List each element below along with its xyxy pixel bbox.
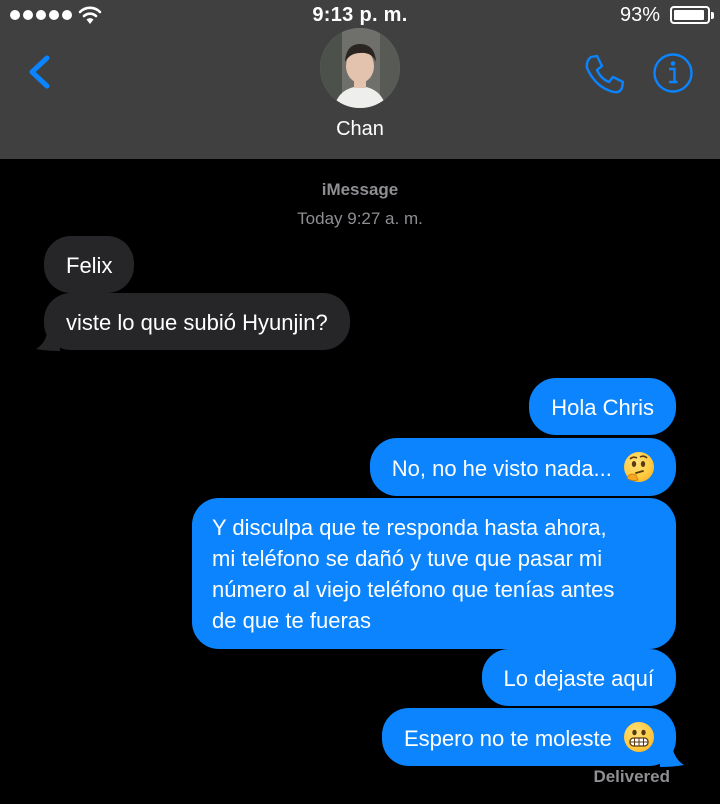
- delivery-receipt: Delivered: [593, 767, 670, 786]
- outgoing-message[interactable]: Lo dejaste aquí: [481, 649, 676, 706]
- outgoing-message[interactable]: Y disculpa que te responda hasta ahora, …: [192, 498, 676, 649]
- info-button[interactable]: [652, 52, 694, 94]
- avatar-photo: [320, 28, 400, 108]
- message-text: Hola Chris: [551, 395, 654, 420]
- message-text: Felix: [66, 253, 113, 278]
- back-button[interactable]: [20, 48, 60, 96]
- outgoing-message[interactable]: Espero no te moleste: [381, 708, 684, 767]
- phone-icon: [585, 54, 625, 94]
- incoming-message[interactable]: viste lo que subió Hyunjin?: [36, 293, 350, 351]
- bubble-tail: [660, 745, 684, 767]
- info-icon: [653, 53, 693, 93]
- grimacing-face-icon: [624, 722, 654, 752]
- message-line: mi teléfono se dañó y tuve que pasar mi: [212, 546, 603, 571]
- chevron-left-icon: [29, 55, 50, 89]
- incoming-message[interactable]: Felix: [44, 236, 135, 293]
- contact-name[interactable]: Chan: [0, 118, 720, 141]
- thinking-face-icon: [624, 452, 654, 482]
- message-line: número al viejo teléfono que tenías ante…: [212, 577, 615, 602]
- message-text: Lo dejaste aquí: [503, 666, 654, 691]
- service-label: iMessage: [321, 180, 399, 199]
- contact-avatar[interactable]: [320, 28, 400, 108]
- message-text: Espero no te moleste: [403, 726, 612, 751]
- call-button[interactable]: [582, 52, 626, 96]
- status-bar: 9:13 p. m. 93%: [0, 0, 720, 30]
- outgoing-message[interactable]: No, no he visto nada...: [369, 438, 676, 496]
- battery-icon: [670, 6, 714, 24]
- message-text: No, no he visto nada...: [391, 456, 612, 481]
- message-timestamp: Today 9:27 a. m.: [297, 209, 423, 228]
- status-time: 9:13 p. m.: [312, 4, 408, 26]
- outgoing-message[interactable]: Hola Chris: [529, 378, 676, 435]
- message-text: viste lo que subió Hyunjin?: [66, 310, 328, 335]
- battery-percent: 93%: [619, 4, 660, 26]
- bubble-tail: [36, 329, 60, 351]
- message-line: de que te fueras: [212, 608, 372, 633]
- message-thread[interactable]: iMessage Today 9:27 a. m. Felix viste lo…: [0, 159, 720, 804]
- conversation-header: Chan: [0, 28, 720, 159]
- message-line: Y disculpa que te responda hasta ahora,: [212, 515, 607, 540]
